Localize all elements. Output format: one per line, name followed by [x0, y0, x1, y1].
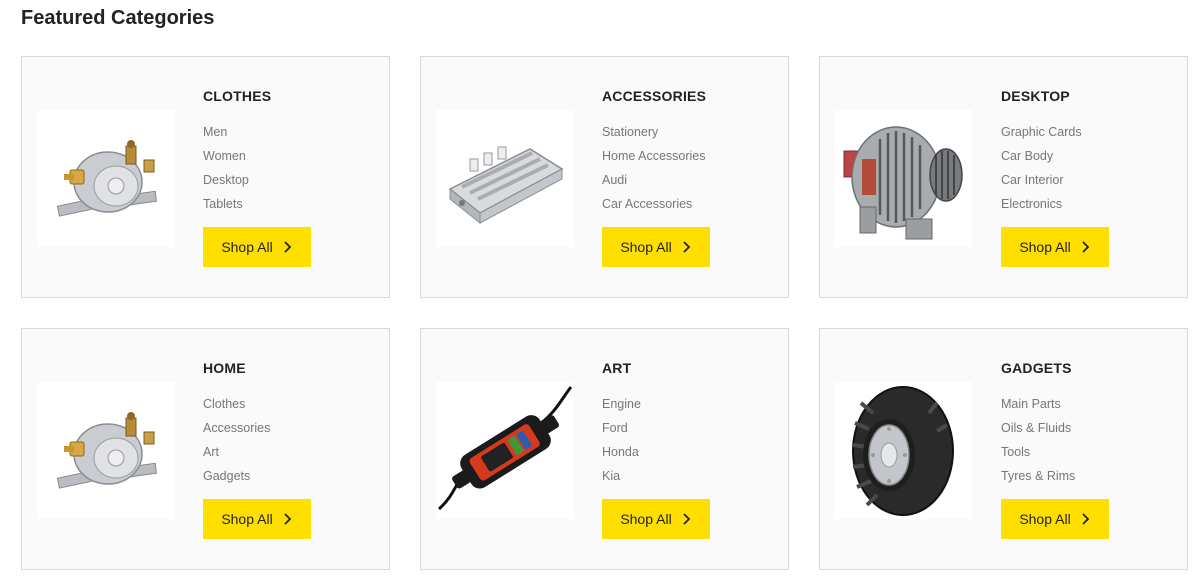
- section-title: Featured Categories: [21, 7, 215, 29]
- subcategory-link[interactable]: Stationery: [602, 120, 772, 144]
- shop-all-button[interactable]: Shop All: [203, 227, 311, 267]
- subcategory-link[interactable]: Electronics: [1001, 192, 1171, 216]
- shop-all-label: Shop All: [620, 239, 672, 255]
- featured-categories-section: Featured Categories CLOTHES Men Women De…: [0, 0, 1195, 577]
- shop-all-button[interactable]: Shop All: [203, 499, 311, 539]
- shop-all-label: Shop All: [221, 511, 273, 527]
- subcategory-link[interactable]: Main Parts: [1001, 392, 1171, 416]
- subcategory-link[interactable]: Honda: [602, 440, 772, 464]
- subcategory-link[interactable]: Tablets: [203, 192, 373, 216]
- card-title: HOME: [203, 360, 246, 376]
- subcategory-link[interactable]: Tyres & Rims: [1001, 464, 1171, 488]
- card-title: DESKTOP: [1001, 88, 1070, 104]
- subcategory-link[interactable]: Home Accessories: [602, 144, 772, 168]
- subcategory-link[interactable]: Kia: [602, 464, 772, 488]
- tire-icon[interactable]: [835, 382, 972, 519]
- subcategory-list: Men Women Desktop Tablets: [203, 120, 373, 216]
- subcategory-link[interactable]: Accessories: [203, 416, 373, 440]
- shop-all-button[interactable]: Shop All: [602, 227, 710, 267]
- chevron-right-icon: [1082, 513, 1089, 525]
- subcategory-link[interactable]: Engine: [602, 392, 772, 416]
- card-body: CLOTHES Men Women Desktop Tablets: [203, 87, 373, 216]
- card-title: ACCESSORIES: [602, 88, 707, 104]
- card-body: ACCESSORIES Stationery Home Accessories …: [602, 87, 772, 216]
- chevron-right-icon: [683, 241, 690, 253]
- subcategory-link[interactable]: Car Interior: [1001, 168, 1171, 192]
- subcategory-link[interactable]: Graphic Cards: [1001, 120, 1171, 144]
- subcategory-link[interactable]: Oils & Fluids: [1001, 416, 1171, 440]
- shop-all-label: Shop All: [1019, 511, 1071, 527]
- category-card-gadgets: GADGETS Main Parts Oils & Fluids Tools T…: [819, 328, 1188, 570]
- card-title: CLOTHES: [203, 88, 272, 104]
- category-card-art: ART Engine Ford Honda Kia Shop All: [420, 328, 789, 570]
- category-card-clothes: CLOTHES Men Women Desktop Tablets Shop A…: [21, 56, 390, 298]
- alternator-icon[interactable]: [835, 110, 972, 247]
- chevron-right-icon: [284, 513, 291, 525]
- subcategory-link[interactable]: Audi: [602, 168, 772, 192]
- shop-all-label: Shop All: [620, 511, 672, 527]
- category-card-home: HOME Clothes Accessories Art Gadgets Sho…: [21, 328, 390, 570]
- chevron-right-icon: [284, 241, 291, 253]
- subcategory-list: Main Parts Oils & Fluids Tools Tyres & R…: [1001, 392, 1171, 488]
- subcategory-link[interactable]: Car Body: [1001, 144, 1171, 168]
- subcategory-list: Clothes Accessories Art Gadgets: [203, 392, 373, 488]
- subcategory-link[interactable]: Ford: [602, 416, 772, 440]
- subcategory-link[interactable]: Art: [203, 440, 373, 464]
- subcategory-list: Stationery Home Accessories Audi Car Acc…: [602, 120, 772, 216]
- category-grid: CLOTHES Men Women Desktop Tablets Shop A…: [21, 56, 1188, 570]
- solenoid-relay-icon[interactable]: [37, 110, 174, 247]
- card-body: GADGETS Main Parts Oils & Fluids Tools T…: [1001, 359, 1171, 488]
- category-card-accessories: ACCESSORIES Stationery Home Accessories …: [420, 56, 789, 298]
- subcategory-link[interactable]: Tools: [1001, 440, 1171, 464]
- shop-all-button[interactable]: Shop All: [1001, 499, 1109, 539]
- shop-all-label: Shop All: [1019, 239, 1071, 255]
- card-body: ART Engine Ford Honda Kia: [602, 359, 772, 488]
- card-body: HOME Clothes Accessories Art Gadgets: [203, 359, 373, 488]
- subcategory-link[interactable]: Car Accessories: [602, 192, 772, 216]
- battery-charger-icon[interactable]: [436, 382, 573, 519]
- subcategory-link[interactable]: Women: [203, 144, 373, 168]
- subcategory-list: Graphic Cards Car Body Car Interior Elec…: [1001, 120, 1171, 216]
- category-card-desktop: DESKTOP Graphic Cards Car Body Car Inter…: [819, 56, 1188, 298]
- shop-all-button[interactable]: Shop All: [602, 499, 710, 539]
- chevron-right-icon: [683, 513, 690, 525]
- chevron-right-icon: [1082, 241, 1089, 253]
- subcategory-link[interactable]: Desktop: [203, 168, 373, 192]
- subcategory-list: Engine Ford Honda Kia: [602, 392, 772, 488]
- subcategory-link[interactable]: Men: [203, 120, 373, 144]
- solenoid-relay-icon[interactable]: [37, 382, 174, 519]
- shop-all-label: Shop All: [221, 239, 273, 255]
- card-title: ART: [602, 360, 632, 376]
- card-title: GADGETS: [1001, 360, 1072, 376]
- subcategory-link[interactable]: Gadgets: [203, 464, 373, 488]
- subcategory-link[interactable]: Clothes: [203, 392, 373, 416]
- card-body: DESKTOP Graphic Cards Car Body Car Inter…: [1001, 87, 1171, 216]
- shop-all-button[interactable]: Shop All: [1001, 227, 1109, 267]
- voltage-regulator-icon[interactable]: [436, 110, 573, 247]
